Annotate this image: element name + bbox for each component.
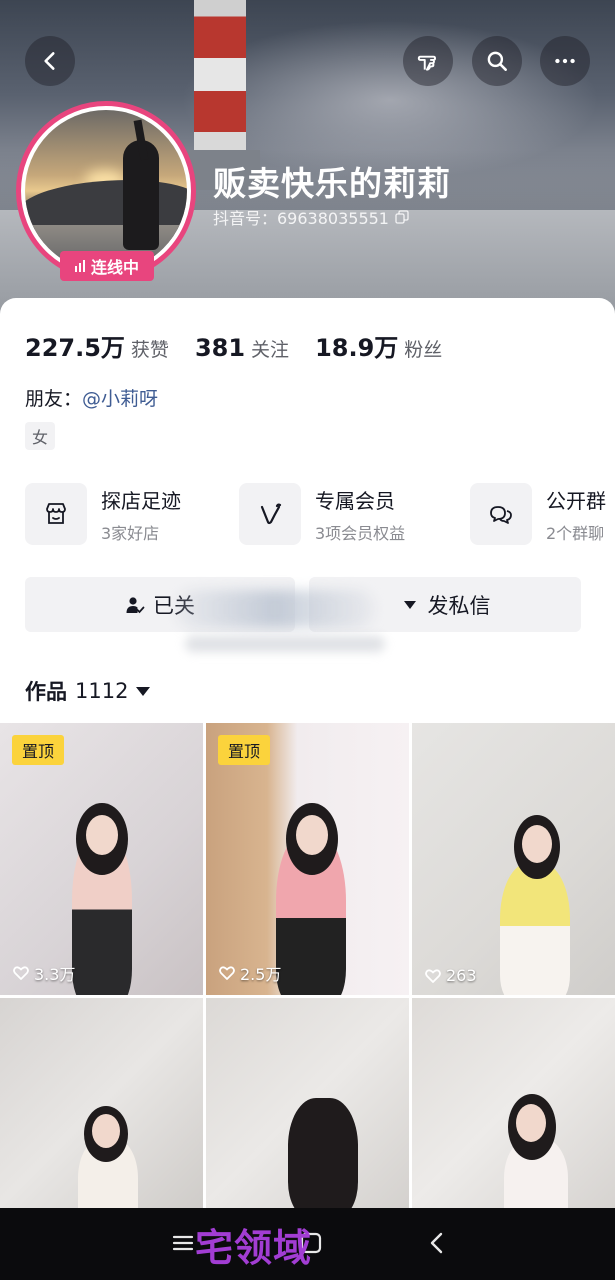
like-count-value: 2.5万 — [240, 965, 282, 984]
feature-icon-box — [239, 483, 301, 545]
stat-following-label: 关注 — [251, 339, 290, 361]
works-label: 作品 — [25, 680, 67, 704]
back-button[interactable] — [25, 36, 75, 86]
like-count: 2.5万 — [218, 961, 281, 985]
search-icon — [487, 51, 507, 71]
vip-icon — [260, 503, 282, 525]
like-count-value: 3.3万 — [34, 965, 76, 984]
stat-likes-count: 227.5万 — [25, 334, 125, 362]
friend-link[interactable]: @小莉呀 — [82, 388, 158, 410]
avatar-image — [25, 110, 187, 272]
pinned-tag: 置顶 — [12, 735, 65, 765]
feature-subtitle: 3项会员权益 — [315, 523, 406, 543]
feature-icon-box — [25, 483, 87, 545]
stat-followers-label: 粉丝 — [404, 339, 443, 361]
blurred-overlay — [175, 590, 375, 628]
friend-prefix: 朋友： — [25, 388, 83, 410]
heart-icon — [13, 966, 29, 980]
douyin-id[interactable]: 抖音号：69638035551 — [213, 205, 409, 229]
video-grid: 置顶 3.3万 置顶 2.5万 263 — [0, 723, 615, 1208]
pinned-tag: 置顶 — [218, 735, 271, 765]
stat-following[interactable]: 381 关注 — [195, 334, 289, 362]
caret-down-icon — [403, 600, 416, 609]
like-count-value: 263 — [446, 966, 477, 985]
send-message-label: 发私信 — [427, 593, 491, 618]
profile-stats: 227.5万 获赞 381 关注 18.9万 粉丝 — [25, 328, 468, 363]
feature-public-groups[interactable]: 公开群 2个群聊 — [470, 483, 606, 545]
feature-title: 专属会员 — [315, 488, 395, 513]
feature-title: 公开群 — [546, 488, 606, 513]
live-status-badge[interactable]: 连线中 — [60, 251, 154, 281]
search-button[interactable] — [472, 36, 522, 86]
signal-bars-icon — [74, 260, 85, 272]
heart-icon — [219, 966, 235, 980]
like-count: 3.3万 — [12, 961, 75, 985]
stat-likes-label: 获赞 — [130, 339, 169, 361]
video-tile[interactable]: 263 — [412, 723, 615, 995]
video-tile[interactable]: 置顶 2.5万 — [206, 723, 409, 995]
stat-likes[interactable]: 227.5万 获赞 — [25, 328, 169, 363]
caret-down-icon — [136, 686, 151, 696]
more-dots-icon — [555, 58, 575, 64]
stat-followers-count: 18.9万 — [315, 334, 399, 362]
figure-face — [296, 815, 328, 855]
blurred-overlay-text — [185, 636, 385, 652]
feature-membership[interactable]: 专属会员 3项会员权益 — [239, 483, 405, 545]
watermark-text: 宅领域 www.zcys.me — [195, 1226, 494, 1280]
chevron-left-icon — [44, 52, 55, 70]
gender-tag: 女 — [25, 422, 55, 450]
works-count: 1112 — [75, 679, 129, 703]
feature-row: 探店足迹 3家好店 专属会员 3项会员权益 公开群 2个群聊 — [25, 483, 615, 547]
feature-icon-box — [470, 483, 532, 545]
live-badge-label: 连线中 — [90, 258, 139, 277]
hand-pointer-icon — [417, 55, 437, 71]
poke-button[interactable] — [403, 36, 453, 86]
figure-hair — [288, 1098, 358, 1208]
video-tile[interactable] — [412, 998, 615, 1208]
figure-face — [86, 815, 118, 855]
feature-subtitle: 3家好店 — [101, 523, 160, 543]
chat-icon — [490, 506, 512, 524]
user-check-icon — [126, 596, 145, 613]
douyin-id-text: 抖音号：69638035551 — [213, 209, 389, 228]
stat-following-count: 381 — [194, 334, 246, 362]
figure-face — [516, 1104, 546, 1142]
figure-face — [92, 1114, 120, 1148]
feature-title: 探店足迹 — [101, 488, 181, 513]
figure-shape — [500, 863, 570, 995]
works-tab[interactable]: 作品 1112 — [25, 676, 151, 706]
profile-nickname: 贩卖快乐的莉莉 — [213, 164, 451, 203]
feature-store-visits[interactable]: 探店足迹 3家好店 — [25, 483, 181, 545]
friend-line: 朋友：@小莉呀 — [25, 384, 158, 411]
video-tile[interactable]: 置顶 3.3万 — [0, 723, 203, 995]
video-tile[interactable] — [206, 998, 409, 1208]
copy-icon[interactable] — [395, 210, 409, 224]
like-count: 263 — [424, 966, 477, 985]
recent-apps-icon[interactable] — [168, 1228, 198, 1258]
heart-icon — [425, 968, 441, 983]
store-icon — [46, 503, 66, 524]
cover-lighthouse — [194, 0, 246, 165]
video-tile[interactable] — [0, 998, 203, 1208]
feature-subtitle: 2个群聊 — [546, 523, 605, 543]
more-button[interactable] — [540, 36, 590, 86]
stat-followers[interactable]: 18.9万 粉丝 — [315, 328, 442, 363]
figure-face — [522, 825, 552, 863]
